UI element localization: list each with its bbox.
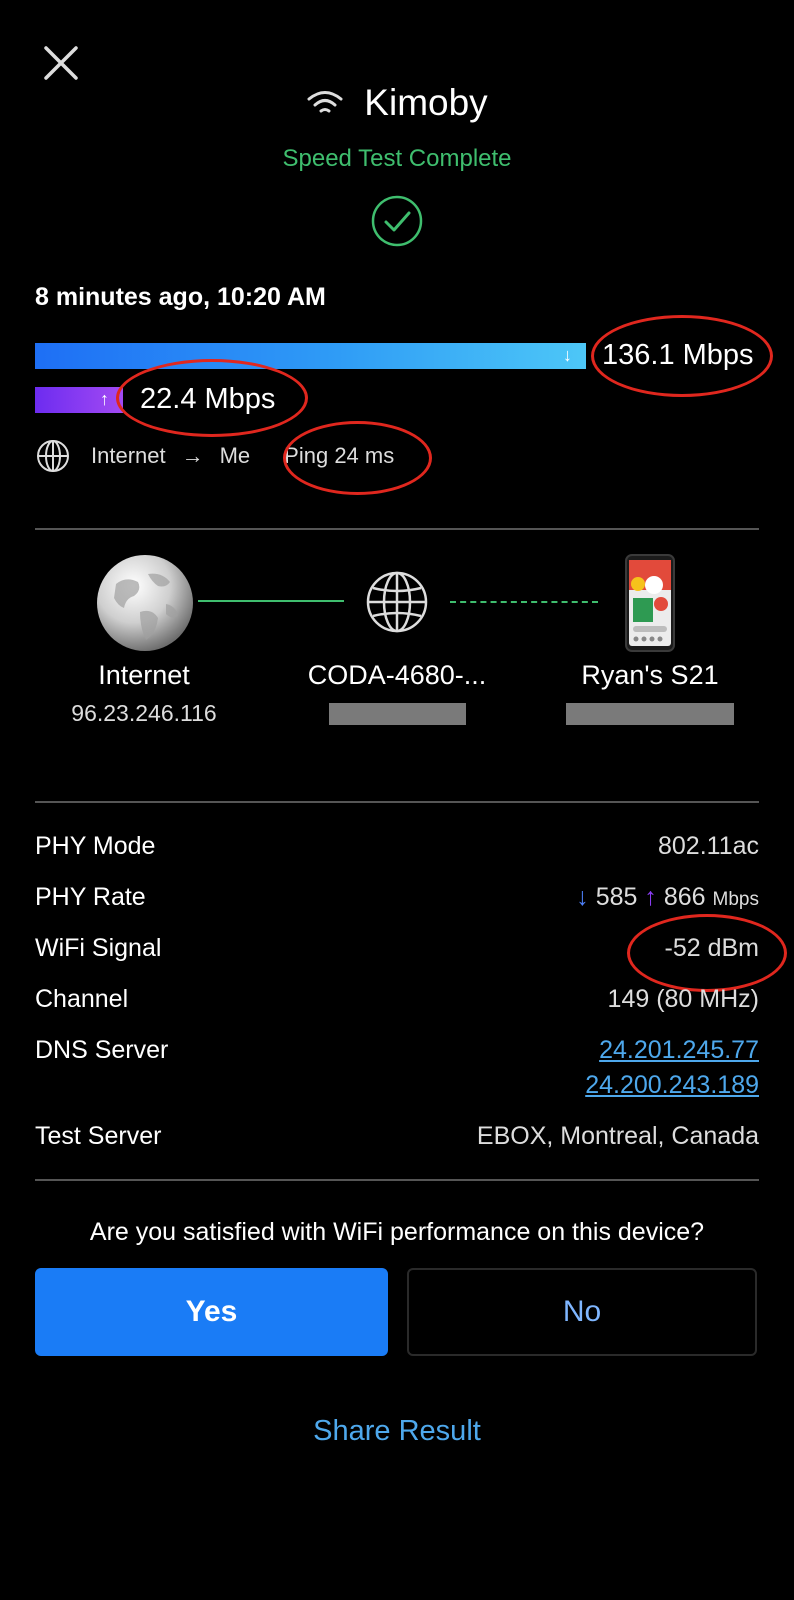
internet-node-label: Internet [98,660,190,690]
redacted-address [566,703,734,725]
divider [35,801,759,803]
annotation-circle [627,914,787,992]
wifi-icon [307,91,343,113]
up-arrow-icon: ↑ [644,883,657,911]
test-server-label: Test Server [35,1122,162,1150]
yes-button[interactable]: Yes [35,1268,388,1356]
upload-speed-bar: ↑ [35,387,123,413]
test-timestamp: 8 minutes ago, 10:20 AM [35,283,326,311]
annotation-circle [283,421,432,495]
down-arrow-icon: ↓ [576,883,589,911]
phy-rate-unit: Mbps [712,889,759,910]
device-node-label: Ryan's S21 [581,660,719,690]
divider [35,1179,759,1181]
globe-icon [366,571,428,633]
phy-mode-value: 802.11ac [657,832,759,860]
dns-primary-link[interactable]: 24.201.245.77 [599,1036,759,1064]
upload-speed-value: 22.4 Mbps [140,383,276,415]
test-status: Speed Test Complete [282,145,512,172]
dns-secondary-link[interactable]: 24.200.243.189 [585,1071,759,1099]
network-name: Kimoby [364,82,488,123]
channel-label: Channel [35,985,129,1013]
phy-rate-up: 866 [663,883,706,911]
globe-icon [37,440,69,472]
redacted-address [329,703,466,725]
download-arrow-icon: ↓ [563,345,572,365]
route-to: Me [219,443,251,468]
phy-rate-down: 585 [595,883,638,911]
satisfaction-question: Are you satisfied with WiFi performance … [89,1218,705,1246]
wifi-connection-line [450,601,598,603]
dns-server-primary[interactable]: 24.201.245.77 [599,1036,759,1065]
phy-rate-label: PHY Rate [35,883,146,911]
phy-rate-value: ↓ 585 ↑ 866 Mbps [576,883,759,912]
phy-mode-label: PHY Mode [35,832,156,860]
no-button[interactable]: No [407,1268,757,1356]
connection-line [198,600,344,602]
dns-server-secondary[interactable]: 24.200.243.189 [585,1071,759,1100]
channel-value: 149 (80 MHz) [607,985,759,1013]
upload-arrow-icon: ↑ [100,389,109,409]
network-header: Kimoby [0,78,794,128]
download-speed-value: 136.1 Mbps [602,339,754,371]
download-speed-bar: ↓ [35,343,586,369]
check-circle-icon [371,195,423,247]
earth-icon [97,555,193,651]
phone-icon [625,554,675,652]
wifi-signal-label: WiFi Signal [35,934,162,962]
route-arrow-icon: → [181,443,204,468]
router-node-label: CODA-4680-... [307,660,487,690]
divider [35,528,759,530]
dns-server-label: DNS Server [35,1036,169,1064]
public-ip: 96.23.246.116 [71,700,217,726]
test-server-value: EBOX, Montreal, Canada [476,1122,759,1150]
route-from: Internet [91,443,166,468]
share-result-link[interactable]: Share Result [0,1415,794,1448]
